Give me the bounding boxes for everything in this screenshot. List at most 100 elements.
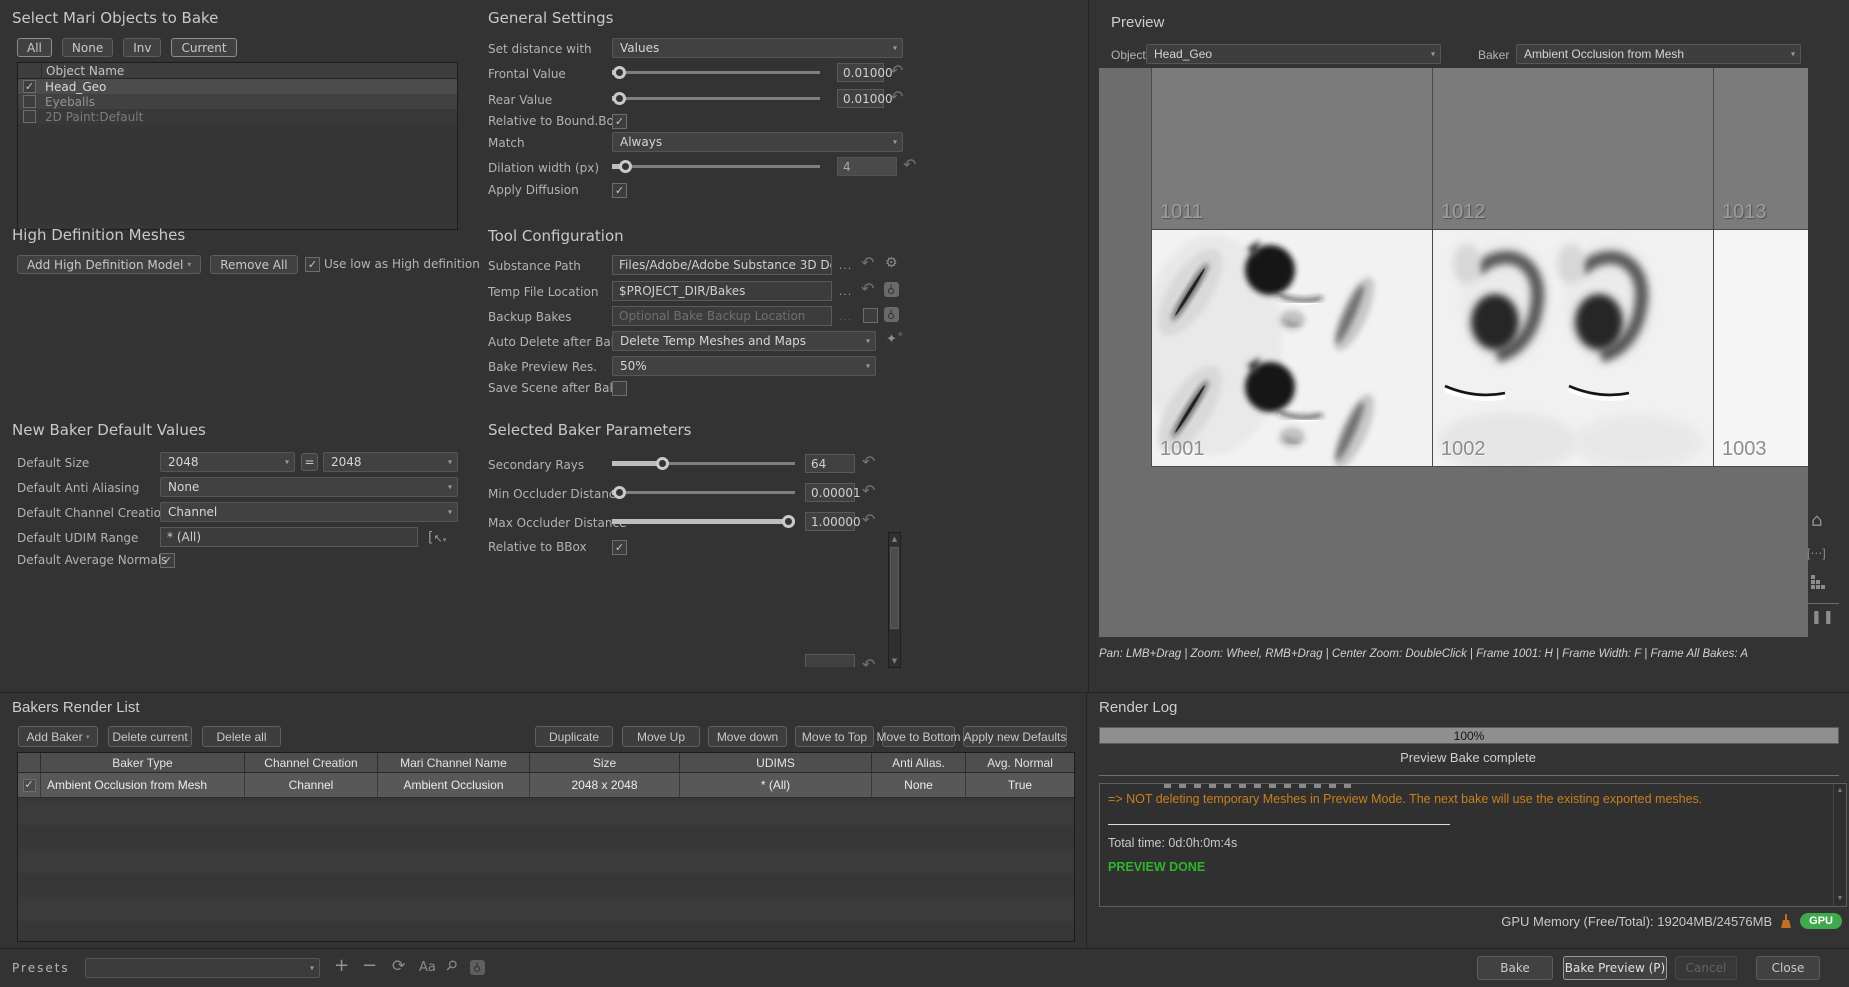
reset-icon[interactable]: ↶ xyxy=(862,454,875,470)
presets-dropdown[interactable]: ▾ xyxy=(85,958,320,978)
frame-width-icon[interactable]: [⋯] xyxy=(1807,547,1826,559)
object-checkbox[interactable] xyxy=(23,95,36,108)
frontal-value-slider[interactable] xyxy=(612,66,820,79)
reset-icon[interactable]: ↶ xyxy=(903,157,916,173)
location-pin-icon[interactable]: ⚲ xyxy=(470,960,485,975)
frontal-value-field[interactable]: 0.01000 xyxy=(837,63,884,82)
tile-layout-icon[interactable] xyxy=(1810,574,1826,590)
browse-button[interactable]: ... xyxy=(837,257,854,273)
select-inv-button[interactable]: Inv xyxy=(123,38,161,57)
sparkle-clean-icon[interactable]: ✦✧ xyxy=(886,331,904,346)
preview-baker-dropdown[interactable]: Ambient Occlusion from Mesh▾ xyxy=(1516,44,1801,64)
use-low-as-high-checkbox[interactable]: ✓ xyxy=(305,257,320,272)
bake-preview-button[interactable]: Bake Preview (P) xyxy=(1563,956,1667,980)
location-pin-icon[interactable]: ⚲ xyxy=(884,307,899,322)
udim-picker-icon[interactable]: [↖▾ xyxy=(428,527,446,546)
clean-brush-icon[interactable] xyxy=(1780,913,1792,929)
rear-value-slider[interactable] xyxy=(612,92,820,105)
dilation-width-slider[interactable] xyxy=(612,160,820,173)
auto-delete-dropdown[interactable]: Delete Temp Meshes and Maps▾ xyxy=(612,331,876,351)
delete-current-button[interactable]: Delete current xyxy=(108,726,192,747)
remove-all-button[interactable]: Remove All xyxy=(210,255,297,274)
rename-icon[interactable]: Aa xyxy=(419,961,436,974)
bake-button[interactable]: Bake xyxy=(1477,956,1553,980)
reset-icon[interactable]: ↶ xyxy=(862,483,875,499)
home-icon[interactable]: ⌂ xyxy=(1811,512,1822,530)
slider-handle[interactable] xyxy=(613,486,626,499)
pushpin-icon[interactable]: ⚲ xyxy=(443,957,460,974)
object-list-table[interactable]: Object Name ✓ Head_Geo Eyeballs 2D Paint… xyxy=(17,62,458,230)
bakers-table[interactable]: Baker Type Channel Creation Mari Channel… xyxy=(17,752,1075,942)
preview-object-dropdown[interactable]: Head_Geo▾ xyxy=(1146,44,1441,64)
add-high-def-model-button[interactable]: Add High Definition Model ▾ xyxy=(17,255,201,274)
gear-icon[interactable]: ⚙ xyxy=(885,256,898,270)
default-channel-creation-dropdown[interactable]: Channel▾ xyxy=(160,502,458,522)
backup-checkbox[interactable] xyxy=(863,308,878,323)
object-list-row[interactable]: Eyeballs xyxy=(18,94,457,109)
min-occluder-field[interactable]: 0.00001 xyxy=(805,483,855,502)
slider-handle[interactable] xyxy=(656,457,669,470)
browse-button[interactable]: ... xyxy=(837,283,854,299)
params-scrollbar[interactable]: ▲ ▼ xyxy=(888,532,901,668)
min-occluder-slider[interactable] xyxy=(612,486,795,499)
default-size-width-dropdown[interactable]: 2048▾ xyxy=(160,452,295,472)
delete-all-button[interactable]: Delete all xyxy=(202,726,281,747)
move-down-button[interactable]: Move down xyxy=(708,726,787,747)
reset-icon[interactable]: ↶ xyxy=(861,281,874,297)
set-distance-dropdown[interactable]: Values▾ xyxy=(612,38,903,58)
max-occluder-field[interactable]: 1.00000 xyxy=(805,512,855,531)
baker-row[interactable]: ✓ Ambient Occlusion from Mesh Channel Am… xyxy=(18,773,1074,798)
add-baker-button[interactable]: Add Baker ▾ xyxy=(18,726,98,747)
select-current-button[interactable]: Current xyxy=(171,38,236,57)
close-button[interactable]: Close xyxy=(1756,956,1820,980)
reset-icon[interactable]: ↶ xyxy=(890,89,903,105)
reset-icon[interactable]: ↶ xyxy=(890,63,903,79)
max-occluder-slider[interactable] xyxy=(612,515,795,528)
select-none-button[interactable]: None xyxy=(62,38,113,57)
reset-icon[interactable]: ↶ xyxy=(861,255,874,271)
refresh-icon[interactable]: ⟳ xyxy=(392,958,405,974)
object-list-row[interactable]: ✓ Head_Geo xyxy=(18,79,457,94)
relative-bbox-checkbox[interactable]: ✓ xyxy=(612,540,627,555)
slider-handle[interactable] xyxy=(613,92,626,105)
relative-boundbox-checkbox[interactable]: ✓ xyxy=(612,114,627,129)
apply-diffusion-checkbox[interactable]: ✓ xyxy=(612,183,627,198)
object-list-row[interactable]: 2D Paint:Default xyxy=(18,109,457,124)
cancel-button[interactable]: Cancel xyxy=(1675,956,1737,980)
slider-handle[interactable] xyxy=(613,66,626,79)
bake-preview-res-dropdown[interactable]: 50%▾ xyxy=(612,356,876,376)
secondary-rays-field[interactable]: 64 xyxy=(805,454,855,473)
baker-enabled-checkbox[interactable]: ✓ xyxy=(23,779,36,792)
match-dropdown[interactable]: Always▾ xyxy=(612,132,903,152)
secondary-rays-slider[interactable] xyxy=(612,457,795,470)
move-up-button[interactable]: Move Up xyxy=(622,726,700,747)
move-to-bottom-button[interactable]: Move to Bottom xyxy=(882,726,955,747)
default-udim-range-input[interactable]: * (All) xyxy=(160,527,418,547)
link-size-button[interactable]: = xyxy=(301,453,318,471)
slider-handle[interactable] xyxy=(782,515,795,528)
scrollbar-thumb[interactable] xyxy=(890,547,899,629)
substance-path-input[interactable]: Files/Adobe/Adobe Substance 3D Designer/ xyxy=(612,255,832,275)
default-size-height-dropdown[interactable]: 2048▾ xyxy=(323,452,458,472)
object-checkbox[interactable]: ✓ xyxy=(23,80,36,93)
backup-bakes-input[interactable]: Optional Bake Backup Location xyxy=(612,306,832,326)
duplicate-button[interactable]: Duplicate xyxy=(535,726,613,747)
browse-button[interactable]: ... xyxy=(837,308,854,324)
object-checkbox[interactable] xyxy=(23,110,36,123)
rear-value-field[interactable]: 0.01000 xyxy=(837,89,884,108)
temp-file-location-input[interactable]: $PROJECT_DIR/Bakes xyxy=(612,281,832,301)
reset-icon[interactable]: ↶ xyxy=(862,512,875,528)
log-scrollbar[interactable]: ▲ ▼ xyxy=(1833,784,1846,906)
render-log-box[interactable]: => NOT deleting temporary Meshes in Prev… xyxy=(1099,783,1847,907)
move-to-top-button[interactable]: Move to Top xyxy=(795,726,874,747)
location-pin-icon[interactable]: ⚲ xyxy=(884,282,899,297)
dilation-width-field[interactable]: 4 xyxy=(837,157,897,176)
udim-preview-canvas[interactable]: 1011 1012 1013 xyxy=(1099,68,1808,637)
apply-new-defaults-button[interactable]: Apply new Defaults xyxy=(963,726,1067,747)
select-all-button[interactable]: All xyxy=(17,38,52,57)
save-scene-checkbox[interactable] xyxy=(612,381,627,396)
slider-handle[interactable] xyxy=(619,160,632,173)
pause-icon[interactable]: ❚❚ xyxy=(1811,611,1835,624)
add-preset-icon[interactable]: + xyxy=(334,957,349,975)
default-anti-aliasing-dropdown[interactable]: None▾ xyxy=(160,477,458,497)
